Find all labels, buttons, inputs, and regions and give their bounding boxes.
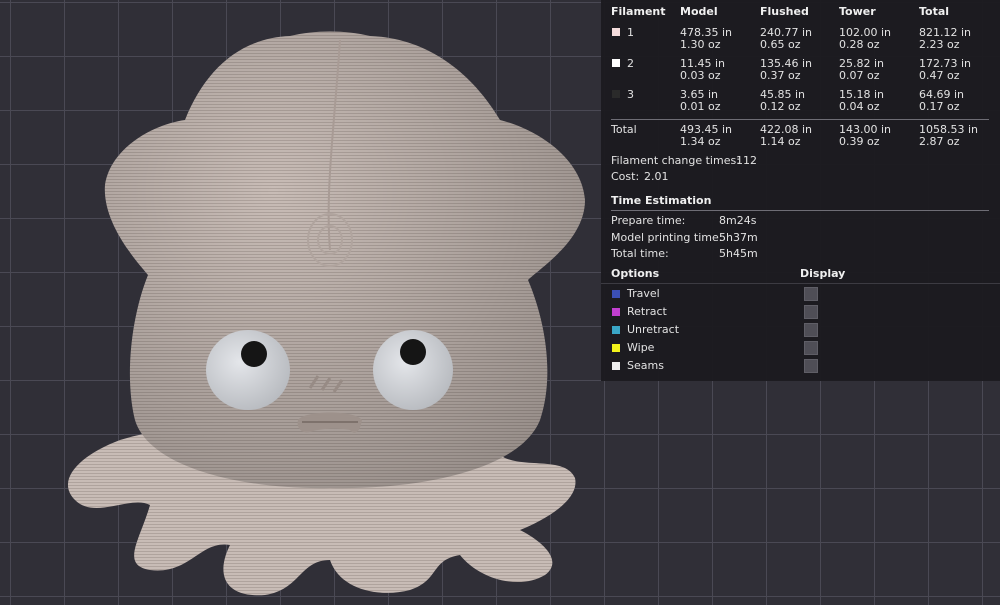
retract-color-swatch [612,308,620,316]
flushed-weight: 1.14 oz [760,135,801,148]
model-printing-time-label: Model printing time: [611,231,723,244]
travel-display-checkbox[interactable] [804,287,818,301]
option-label: Unretract [627,323,680,336]
filament-1-swatch [612,28,620,36]
model-printing-time-value: 5h37m [719,231,758,244]
unretract-display-checkbox[interactable] [804,323,818,337]
model-weight: 1.34 oz [680,135,721,148]
total-weight: 0.47 oz [919,69,960,82]
tower-weight: 0.28 oz [839,38,880,51]
total-weight: 2.23 oz [919,38,960,51]
header-model: Model [680,5,718,18]
option-label: Travel [627,287,660,300]
travel-color-swatch [612,290,620,298]
unretract-color-swatch [612,326,620,334]
flushed-weight: 0.12 oz [760,100,801,113]
seams-display-checkbox[interactable] [804,359,818,373]
filament-change-label: Filament change times: [611,154,740,167]
filament-id: 3 [627,88,634,101]
tower-weight: 0.07 oz [839,69,880,82]
divider [611,119,989,120]
time-estimation-title: Time Estimation [611,194,712,207]
statistics-panel: Filament Model Flushed Tower Total 1 478… [601,0,1000,381]
cost-label: Cost: [611,170,640,183]
total-weight: 2.87 oz [919,135,960,148]
retract-display-checkbox[interactable] [804,305,818,319]
filament-2-swatch [612,59,620,67]
prepare-time-value: 8m24s [719,214,757,227]
option-label: Seams [627,359,664,372]
option-label: Retract [627,305,667,318]
header-total: Total [919,5,950,18]
seams-color-swatch [612,362,620,370]
filament-3-swatch [612,90,620,98]
filament-change-value: 112 [736,154,757,167]
option-label: Wipe [627,341,655,354]
wipe-display-checkbox[interactable] [804,341,818,355]
header-flushed: Flushed [760,5,809,18]
model-weight: 0.01 oz [680,100,721,113]
header-filament: Filament [611,5,666,18]
header-tower: Tower [839,5,876,18]
prepare-time-label: Prepare time: [611,214,686,227]
flushed-weight: 0.65 oz [760,38,801,51]
divider [601,283,1000,284]
model-weight: 1.30 oz [680,38,721,51]
left-eye [206,330,290,410]
display-title: Display [800,267,846,280]
filament-id: 2 [627,57,634,70]
filament-id: 1 [627,26,634,39]
flushed-weight: 0.37 oz [760,69,801,82]
tower-weight: 0.04 oz [839,100,880,113]
divider [611,210,989,211]
total-weight: 0.17 oz [919,100,960,113]
options-title: Options [611,267,660,280]
cost-value: 2.01 [644,170,669,183]
total-label: Total [611,123,637,136]
total-time-value: 5h45m [719,247,758,260]
model-weight: 0.03 oz [680,69,721,82]
total-time-label: Total time: [611,247,669,260]
wipe-color-swatch [612,344,620,352]
tower-weight: 0.39 oz [839,135,880,148]
